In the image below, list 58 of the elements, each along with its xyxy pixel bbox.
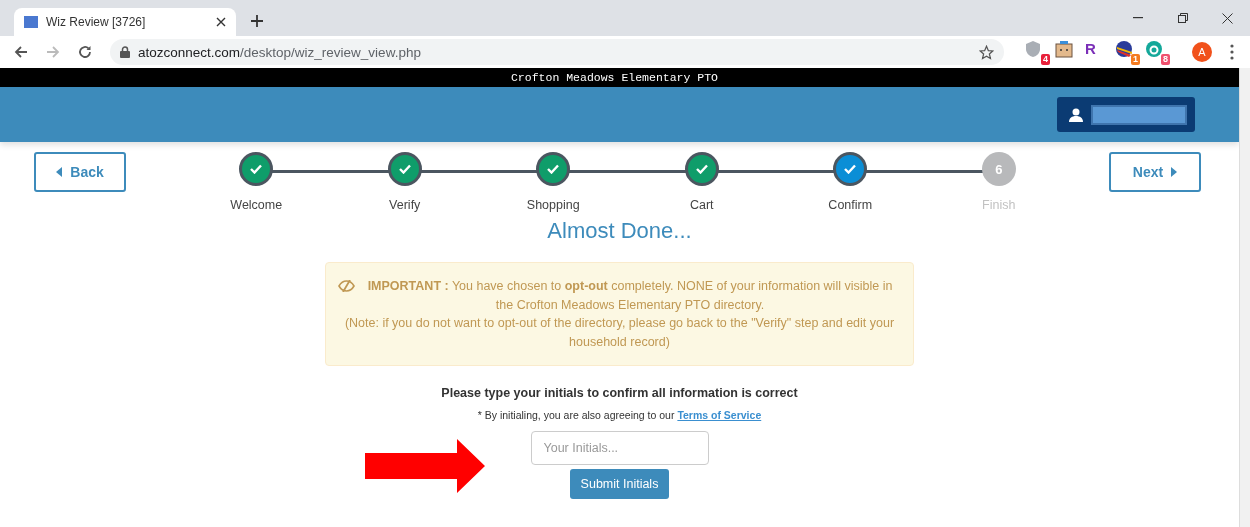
step-label: Finish: [982, 198, 1016, 212]
page-heading: Almost Done...: [547, 218, 692, 244]
check-icon: [547, 164, 560, 174]
terms-link[interactable]: Terms of Service: [677, 409, 762, 421]
caret-icon: [1171, 167, 1178, 177]
next-button[interactable]: Next: [1109, 152, 1201, 192]
tab-title: Wiz Review [3726]: [46, 15, 147, 29]
star-icon[interactable]: [979, 44, 994, 60]
new-tab-icon[interactable]: [250, 14, 264, 28]
submit-button[interactable]: Submit Initials: [569, 469, 670, 499]
user-icon: [1069, 107, 1083, 122]
step-label: Welcome: [230, 198, 283, 212]
initials-field[interactable]: Your Initials...: [530, 431, 709, 465]
check-icon: [844, 164, 857, 174]
close-icon[interactable]: [216, 17, 226, 27]
more-menu-icon[interactable]: [1230, 44, 1234, 60]
step-label: Cart: [689, 198, 714, 212]
extension-button[interactable]: 8: [1144, 39, 1170, 65]
step-number: 6: [995, 161, 1003, 177]
back-arrow-icon[interactable]: [14, 45, 28, 59]
restore-icon[interactable]: [1177, 13, 1188, 23]
striped-ball-icon: [1115, 40, 1133, 58]
check-icon: [398, 164, 411, 174]
check-icon: [250, 164, 263, 174]
url-text: atozconnect.com/desktop/wiz_review_view.php: [138, 44, 422, 60]
step-label: Verify: [389, 198, 421, 212]
lock-icon: [120, 46, 130, 58]
hidden-eye-icon: [338, 280, 355, 292]
check-icon: [695, 164, 708, 174]
browser-tab[interactable]: Wiz Review [3726]: [14, 8, 236, 36]
notice-text: IMPORTANT : You have chosen to opt-out completely. NONE of your information will visible in the Crofton Meadows Elementary PTO directory.: [366, 278, 894, 314]
extension-button[interactable]: R: [1084, 39, 1110, 65]
address-bar[interactable]: atozconnect.com/desktop/wiz_review_view.php: [110, 39, 1004, 65]
count-badge: 1: [1131, 54, 1140, 65]
caret-icon: [56, 167, 63, 177]
shield-icon: [1025, 40, 1041, 58]
agreement-text: * By initialing, you are also agreeing to our Terms of Service: [477, 409, 762, 421]
pointer-arrow-icon: [364, 439, 485, 493]
circle-letter-icon: [1145, 40, 1163, 58]
confirm-prompt: Please type your initials to confirm all information is correct: [441, 386, 798, 400]
step-label: Confirm: [828, 198, 873, 212]
close-icon[interactable]: [1222, 12, 1233, 24]
user-account-box[interactable]: [1057, 97, 1195, 132]
scrollbar[interactable]: [1239, 68, 1250, 527]
notice-note: (Note: if you do not want to opt-out of the directory, please go back to the "Verify" step and edit your household record): [343, 315, 896, 351]
extension-button[interactable]: 4: [1024, 39, 1050, 65]
count-badge: 4: [1041, 54, 1050, 65]
minimize-icon[interactable]: [1132, 17, 1143, 19]
box-face-icon: [1055, 40, 1073, 58]
back-button[interactable]: Back: [34, 152, 126, 192]
step-label: Shopping: [526, 198, 580, 212]
profile-avatar[interactable]: A: [1192, 42, 1212, 62]
extension-letter: R: [1085, 40, 1096, 57]
favicon-icon: [24, 16, 38, 28]
organization-title: Crofton Meadows Elementary PTO: [510, 71, 718, 84]
extension-button[interactable]: 1: [1114, 39, 1140, 65]
count-badge: 8: [1161, 54, 1170, 65]
reload-icon[interactable]: [78, 45, 92, 59]
